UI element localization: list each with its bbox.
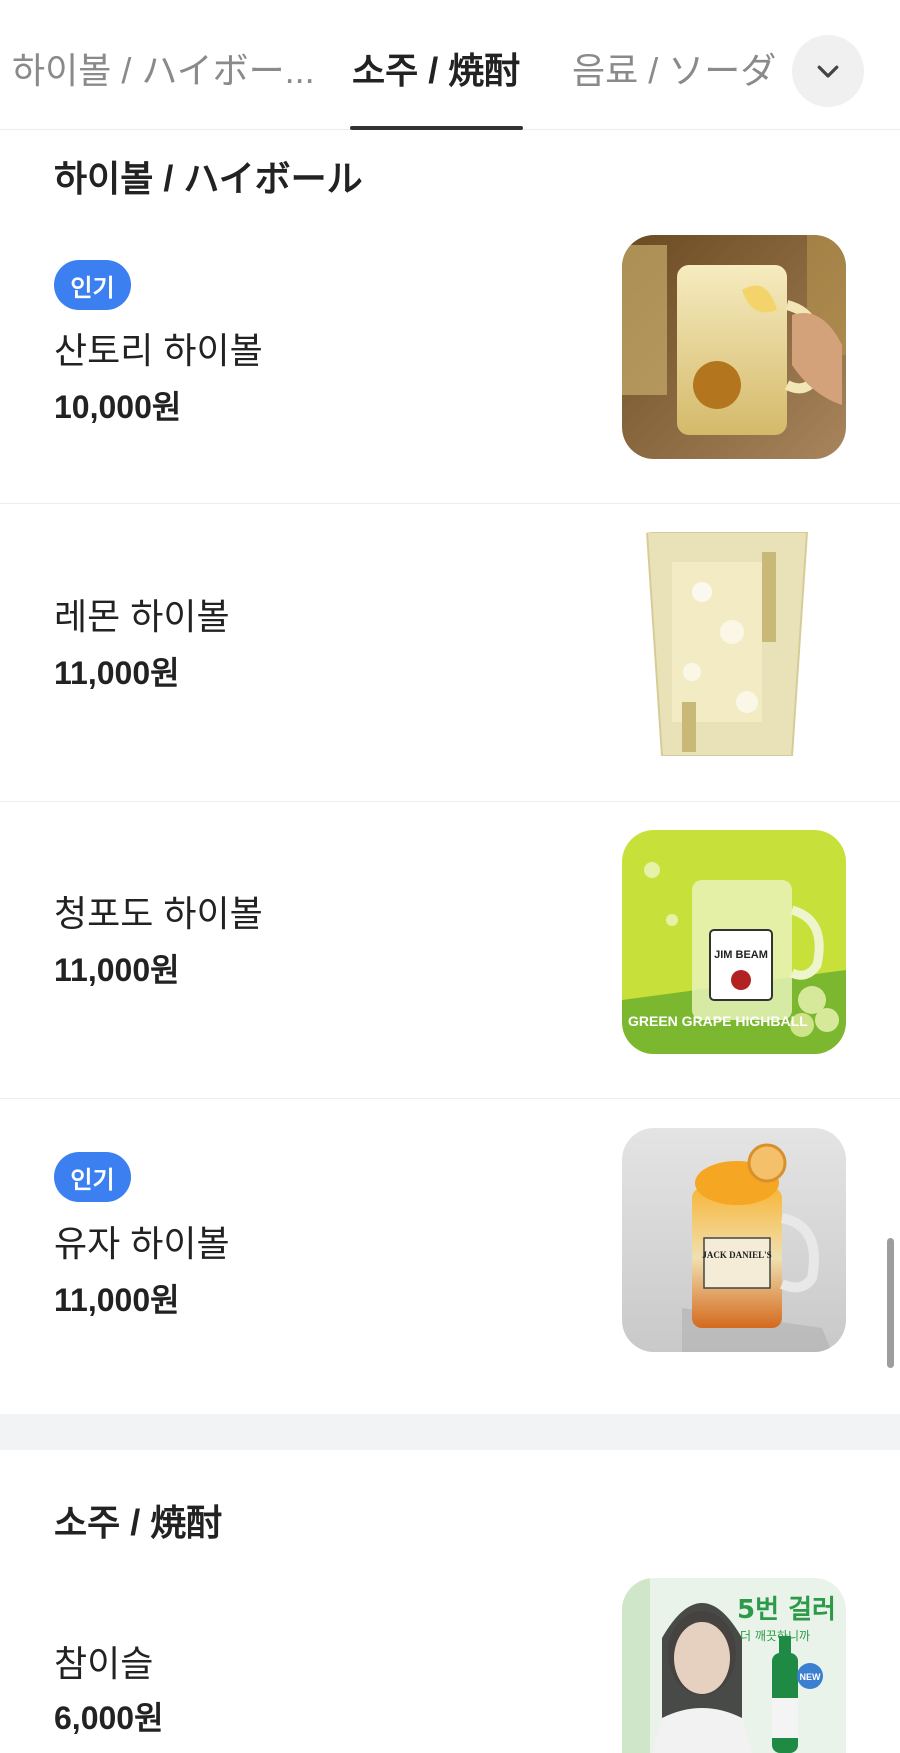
tab-drinks[interactable]: 음료 / ソーダ — [572, 42, 776, 94]
tab-soju[interactable]: 소주 / 焼酎 — [352, 42, 520, 94]
item-divider — [0, 1098, 900, 1099]
popular-badge: 인기 — [54, 260, 131, 310]
tab-highball[interactable]: 하이볼 / ハイボー... — [12, 42, 315, 94]
scrollbar-thumb[interactable] — [887, 1238, 894, 1368]
menu-item-price: 11,000원 — [54, 1282, 180, 1318]
green-grape-highball-image: JIM BEAM GREEN GRAPE HIGHBALL — [622, 830, 846, 1054]
menu-item-price: 11,000원 — [54, 952, 180, 988]
lemon-highball-image — [622, 532, 846, 756]
item-divider — [0, 801, 900, 802]
menu-item-name: 유자 하이볼 — [54, 1223, 230, 1264]
menu-item-name: 레몬 하이볼 — [54, 596, 230, 637]
item-divider — [0, 503, 900, 504]
yuzu-highball-image: JACK DANIEL'S — [622, 1128, 846, 1352]
menu-item-price: 10,000원 — [54, 389, 182, 425]
menu-item-price: 11,000원 — [54, 655, 180, 691]
active-tab-indicator — [350, 126, 523, 130]
section-title-highball: 하이볼 / ハイボール — [54, 158, 363, 199]
chamisul-ad-headline: 5번 걸러 — [737, 1595, 836, 1625]
green-grape-highball-label: GREEN GRAPE HIGHBALL — [628, 1013, 808, 1029]
category-tab-bar: 하이볼 / ハイボー... 소주 / 焼酎 음료 / ソーダ — [0, 0, 900, 130]
chamisul-soju-image: 5번 걸러 더 깨끗하니까 NEW — [622, 1578, 846, 1753]
chevron-down-icon — [817, 65, 839, 78]
popular-badge: 인기 — [54, 1152, 131, 1202]
expand-categories-button[interactable] — [792, 35, 864, 107]
menu-item-name: 참이슬 — [54, 1643, 154, 1684]
chamisul-ad-new-badge: NEW — [800, 1672, 822, 1682]
suntory-highball-image — [622, 235, 846, 459]
section-separator — [0, 1414, 900, 1450]
jim-beam-label: JIM BEAM — [714, 949, 768, 961]
jack-daniels-label: JACK DANIEL'S — [702, 1250, 771, 1260]
section-title-soju: 소주 / 焼酎 — [54, 1502, 223, 1543]
menu-item-name: 청포도 하이볼 — [54, 893, 263, 934]
menu-item-name: 산토리 하이볼 — [54, 330, 263, 371]
chamisul-ad-subline: 더 깨끗하니까 — [740, 1629, 810, 1643]
menu-item-price: 6,000원 — [54, 1700, 164, 1736]
